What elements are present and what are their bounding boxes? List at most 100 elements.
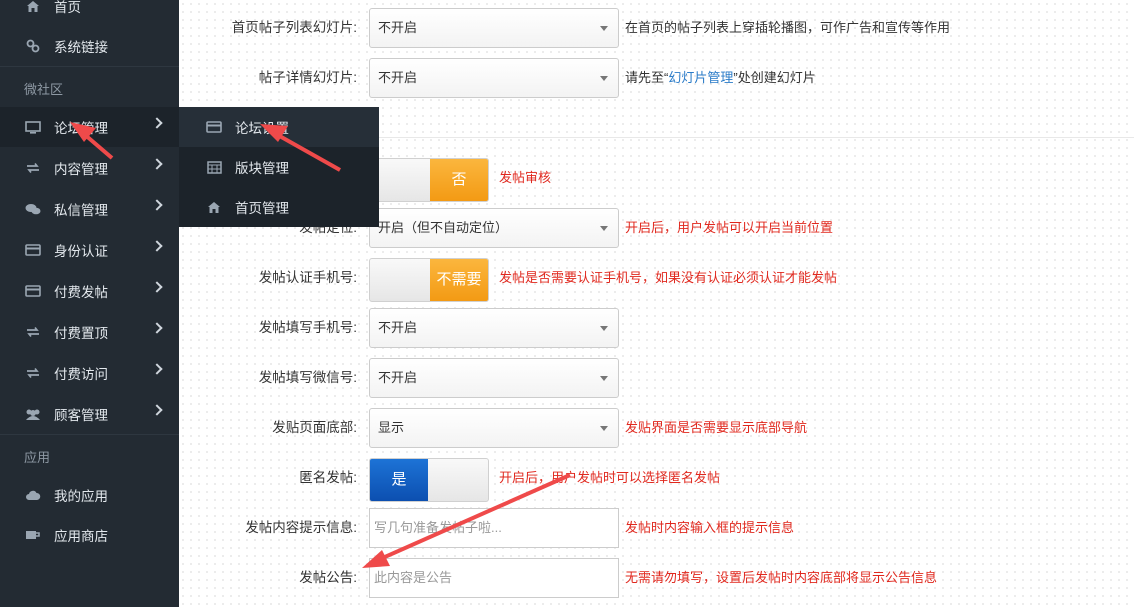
home-icon <box>205 200 223 214</box>
sidebar-item-label: 我的应用 <box>54 489 108 504</box>
sidebar-item-paid-visit[interactable]: 付费访问 <box>0 353 179 393</box>
sidebar-item-system-links[interactable]: 系统链接 <box>0 26 179 66</box>
sidebar-item-identity[interactable]: 身份认证 <box>0 230 179 270</box>
sidebar-item-messages[interactable]: 私信管理 <box>0 189 179 229</box>
card-icon <box>24 284 42 298</box>
caret-down-icon <box>600 226 608 231</box>
sidebar-item-label: 付费置顶 <box>54 326 108 341</box>
row-home-slider: 首页帖子列表幻灯片: 不开启 在首页的帖子列表上穿插轮播图，可作广告和宣传等作用 <box>179 8 1134 48</box>
sidebar-divider <box>0 434 179 435</box>
calendar-icon <box>205 160 223 174</box>
chevron-right-icon <box>151 240 163 252</box>
chevron-right-icon <box>151 404 163 416</box>
field-label: 帖子详情幻灯片: <box>258 70 357 85</box>
sidebar-item-app-store[interactable]: 应用商店 <box>0 515 179 555</box>
home-icon <box>24 0 42 13</box>
field-label: 发帖填写手机号: <box>258 320 357 335</box>
select-value: 不开启 <box>378 370 418 385</box>
caret-down-icon <box>600 76 608 81</box>
field-hint: 在首页的帖子列表上穿插轮播图，可作广告和宣传等作用 <box>625 20 951 35</box>
page-bottom-select[interactable]: 显示 <box>369 408 619 448</box>
home-slider-select[interactable]: 不开启 <box>369 8 619 48</box>
field-hint: 发帖审核 <box>499 170 552 185</box>
slider-management-link[interactable]: 幻灯片管理 <box>668 70 733 85</box>
field-label: 首页帖子列表幻灯片: <box>231 20 357 35</box>
submenu-item-label: 版块管理 <box>235 161 289 176</box>
select-value: 显示 <box>378 420 405 435</box>
chevron-right-icon <box>151 199 163 211</box>
sidebar-item-label: 私信管理 <box>54 203 108 218</box>
toggle-knob: 否 <box>430 159 488 201</box>
link-icon <box>24 39 42 53</box>
users-icon <box>24 407 42 421</box>
sidebar: 首页 系统链接 微社区 论坛管理 内容管理 私信管理 身份认证 付费发帖 付费置… <box>0 0 179 607</box>
chevron-right-icon <box>151 158 163 170</box>
field-hint: 发贴界面是否需要显示底部导航 <box>625 420 808 435</box>
sidebar-item-content[interactable]: 内容管理 <box>0 148 179 188</box>
select-value: 不开启 <box>378 320 418 335</box>
sidebar-item-customers[interactable]: 顾客管理 <box>0 394 179 434</box>
sidebar-item-home[interactable]: 首页 <box>0 0 179 26</box>
sidebar-item-label: 内容管理 <box>54 162 108 177</box>
caret-down-icon <box>600 326 608 331</box>
caret-down-icon <box>600 376 608 381</box>
main-content: 首页帖子列表幻灯片: 不开启 在首页的帖子列表上穿插轮播图，可作广告和宣传等作用… <box>179 0 1134 607</box>
field-hint: 请先至“幻灯片管理”处创建幻灯片 <box>625 58 816 98</box>
sidebar-item-paid-post[interactable]: 付费发帖 <box>0 271 179 311</box>
sidebar-item-paid-top[interactable]: 付费置顶 <box>0 312 179 352</box>
field-hint: 发帖是否需要认证手机号，如果没有认证必须认证才能发帖 <box>499 270 838 285</box>
field-hint: 发帖时内容输入框的提示信息 <box>625 520 795 535</box>
forum-submenu: 论坛设置 版块管理 首页管理 <box>179 107 379 227</box>
cup-icon <box>24 528 42 542</box>
submenu-item-home-management[interactable]: 首页管理 <box>179 187 379 227</box>
section-micro-community: 微社区 <box>24 82 64 97</box>
content-hint-input[interactable]: 写几句准备发帖子啦... <box>369 508 619 548</box>
chat-icon <box>24 202 42 216</box>
toggle-knob: 不需要 <box>430 259 488 301</box>
row-detail-slider: 帖子详情幻灯片: 不开启 请先至“幻灯片管理”处创建幻灯片 <box>179 58 1134 98</box>
select-value: 不开启 <box>378 20 418 35</box>
submenu-item-label: 论坛设置 <box>235 121 289 136</box>
row-fill-phone: 发帖填写手机号: 不开启 <box>179 308 1134 348</box>
sidebar-item-label: 应用商店 <box>54 529 108 544</box>
hint-text: 请先至“ <box>625 70 669 85</box>
row-anonymous: 匿名发帖: 是 开启后，用户发帖时可以选择匿名发帖 <box>179 458 1134 502</box>
fill-wechat-select[interactable]: 不开启 <box>369 358 619 398</box>
field-hint: 开启后，用户发帖时可以选择匿名发帖 <box>499 470 721 485</box>
phone-verify-toggle[interactable]: 不需要 <box>369 258 489 302</box>
caret-down-icon <box>600 426 608 431</box>
sidebar-divider <box>0 66 179 67</box>
row-fill-wechat: 发帖填写微信号: 不开启 <box>179 358 1134 398</box>
select-value: 开启（但不自动定位） <box>378 220 509 235</box>
sidebar-item-label: 付费发帖 <box>54 285 108 300</box>
post-location-select[interactable]: 开启（但不自动定位） <box>369 208 619 248</box>
card-icon <box>24 243 42 257</box>
submenu-item-forum-settings[interactable]: 论坛设置 <box>179 107 379 147</box>
chevron-right-icon <box>151 117 163 129</box>
detail-slider-select[interactable]: 不开启 <box>369 58 619 98</box>
chevron-right-icon <box>151 281 163 293</box>
select-value: 不开启 <box>378 70 418 85</box>
field-label: 发帖公告: <box>299 570 357 585</box>
field-hint: 无需请勿填写，设置后发帖时内容底部将显示公告信息 <box>625 570 938 585</box>
submenu-item-board-management[interactable]: 版块管理 <box>179 147 379 187</box>
sidebar-item-label: 身份认证 <box>54 244 108 259</box>
anonymous-toggle[interactable]: 是 <box>369 458 489 502</box>
field-label: 发帖认证手机号: <box>258 270 357 285</box>
field-hint: 开启后，用户发帖可以开启当前位置 <box>625 220 834 235</box>
fill-phone-select[interactable]: 不开启 <box>369 308 619 348</box>
caret-down-icon <box>600 26 608 31</box>
card-icon <box>205 120 223 134</box>
sidebar-item-label: 付费访问 <box>54 367 108 382</box>
sidebar-item-my-apps[interactable]: 我的应用 <box>0 475 179 515</box>
post-review-toggle[interactable]: 否 <box>369 158 489 202</box>
row-phone-verify: 发帖认证手机号: 不需要 发帖是否需要认证手机号，如果没有认证必须认证才能发帖 <box>179 258 1134 302</box>
field-label: 发帖内容提示信息: <box>245 520 357 535</box>
refresh-icon <box>24 325 42 339</box>
section-apps: 应用 <box>24 450 51 465</box>
sidebar-item-forum[interactable]: 论坛管理 <box>0 107 179 147</box>
sidebar-item-label: 系统链接 <box>54 40 108 55</box>
announcement-input[interactable]: 此内容是公告 <box>369 558 619 598</box>
field-label: 发帖填写微信号: <box>258 370 357 385</box>
monitor-icon <box>24 120 42 134</box>
